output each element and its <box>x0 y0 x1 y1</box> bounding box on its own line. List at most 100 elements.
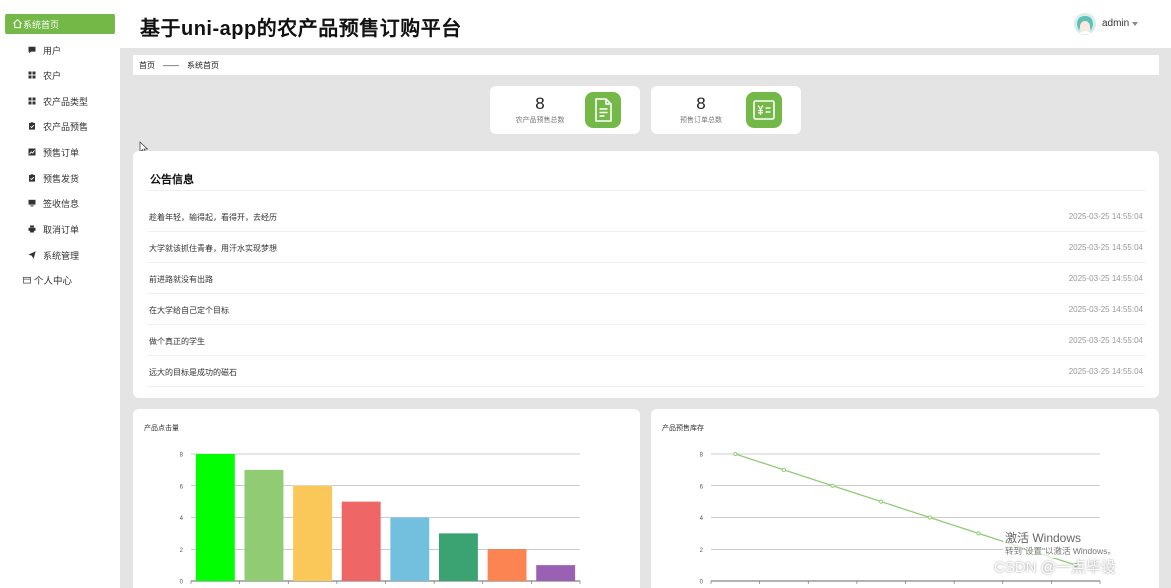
username[interactable]: admin <box>1102 18 1129 29</box>
chevron-down-icon[interactable] <box>1132 22 1138 26</box>
y-tick-label: 6 <box>180 484 184 490</box>
sidebar-item-label: 系统管理 <box>43 250 80 261</box>
notice-text: 趁着年轻，输得起，看得开，去经历 <box>149 213 277 222</box>
sidebar-item-farmers[interactable]: 农户 <box>0 65 120 85</box>
sidebar-item-label: 用户 <box>43 45 62 56</box>
y-tick-label: 0 <box>700 580 704 586</box>
notice-item[interactable]: 在大学给自己定个目标 2025-03-25 14:55:04 <box>147 294 1145 325</box>
data-point <box>927 515 932 520</box>
sidebar-item-product-presale[interactable]: 农产品预售 <box>0 116 120 136</box>
sidebar-item-presale-orders[interactable]: 预售订单 <box>0 142 120 162</box>
notice-item[interactable]: 趁着年轻，输得起，看得开，去经历 2025-03-25 14:55:04 <box>147 201 1145 232</box>
grid-icon <box>28 97 36 105</box>
bar <box>341 501 381 581</box>
y-tick-label: 2 <box>180 548 184 554</box>
y-tick-label: 4 <box>700 516 704 522</box>
data-point <box>879 499 884 504</box>
sidebar-item-label: 预售发货 <box>43 173 80 184</box>
y-tick-label: 8 <box>700 453 704 459</box>
y-tick-label: 0 <box>180 580 184 586</box>
data-point <box>976 531 981 536</box>
y-tick-label: 2 <box>700 548 704 554</box>
bar <box>438 533 478 581</box>
bar <box>293 485 333 581</box>
y-tick-label: 6 <box>700 484 704 490</box>
sidebar-item-label: 签收信息 <box>43 198 80 209</box>
clipboard-icon <box>29 122 35 130</box>
notice-time: 2025-03-25 14:55:04 <box>1068 243 1143 252</box>
sidebar-item-label: 农产品预售 <box>43 121 89 132</box>
bar <box>487 549 527 581</box>
bar <box>244 469 284 581</box>
sidebar-item-product-types[interactable]: 农产品类型 <box>0 91 120 111</box>
avatar[interactable] <box>1074 13 1096 35</box>
breadcrumb-current: 系统首页 <box>187 60 219 70</box>
send-icon <box>28 251 36 259</box>
sidebar-item-label: 取消订单 <box>43 224 80 235</box>
stat-card-order-total: 8 预售订单总数 <box>651 86 801 134</box>
sidebar-item-receipt-info[interactable]: 签收信息 <box>0 193 120 213</box>
data-point <box>781 467 787 472</box>
monitor-icon <box>28 199 36 207</box>
sidebar-item-label: 农产品类型 <box>43 96 89 107</box>
bar <box>195 454 235 581</box>
document-icon <box>585 92 621 128</box>
notice-text: 在大学给自己定个目标 <box>149 306 229 315</box>
notice-text: 远大的目标是成功的磁石 <box>149 368 237 377</box>
sidebar-item-cancel-orders[interactable]: 取消订单 <box>0 219 120 239</box>
print-icon <box>28 225 36 233</box>
bar <box>536 565 576 581</box>
sidebar-item-label: 系统首页 <box>23 19 60 30</box>
notice-item[interactable]: 大学就该抓住青春，用汗水实现梦想 2025-03-25 14:55:04 <box>147 232 1145 263</box>
breadcrumb: 首页 —— 系统首页 <box>133 55 1159 75</box>
y-tick-label: 8 <box>180 453 184 459</box>
sidebar-item-label: 个人中心 <box>34 276 73 287</box>
stat-label: 预售订单总数 <box>680 117 722 124</box>
activation-title: 激活 Windows <box>1005 531 1082 545</box>
notice-title: 公告信息 <box>150 174 194 186</box>
stat-value: 8 <box>696 94 706 113</box>
sidebar-item-home[interactable]: 系统首页 <box>5 14 115 34</box>
sidebar-item-users[interactable]: 用户 <box>0 40 120 60</box>
home-icon <box>13 18 22 29</box>
notice-item[interactable]: 做个真正的学生 2025-03-25 14:55:04 <box>147 325 1145 356</box>
csdn-watermark: CSDN @一点毕设 <box>994 559 1116 576</box>
sidebar-item-presale-shipping[interactable]: 预售发货 <box>0 168 120 188</box>
notice-board: 公告信息 趁着年轻，输得起，看得开，去经历 2025-03-25 14:55:0… <box>133 151 1159 398</box>
data-point <box>733 451 738 457</box>
stat-label: 农产品预售总数 <box>515 117 565 124</box>
stat-card-presale-total: 8 农产品预售总数 <box>490 86 640 134</box>
sidebar-item-system-admin[interactable]: 系统管理 <box>0 245 120 265</box>
grid-icon <box>28 71 36 79</box>
notice-item[interactable]: 远大的目标是成功的磁石 2025-03-25 14:55:04 <box>147 356 1145 387</box>
notice-time: 2025-03-25 14:55:04 <box>1068 367 1143 376</box>
bar <box>390 517 430 581</box>
notice-time: 2025-03-25 14:55:04 <box>1068 274 1143 283</box>
chart-icon <box>28 148 36 156</box>
chat-icon <box>28 46 36 54</box>
clipboard-icon <box>29 174 35 182</box>
sidebar: 系统首页 用户 农户 农产品类型 农产品预售 预售订单 预售发货 签收信息 取消… <box>0 0 120 588</box>
bar-chart: 0 2 4 6 8 <box>180 453 581 586</box>
chart-title: 产品点击量 <box>144 425 179 432</box>
notice-item[interactable]: 前进路就没有出路 2025-03-25 14:55:04 <box>147 263 1145 294</box>
notice-time: 2025-03-25 14:55:04 <box>1068 305 1143 314</box>
notice-time: 2025-03-25 14:55:04 <box>1068 212 1143 221</box>
avatar-image <box>1074 13 1096 35</box>
notice-text: 做个真正的学生 <box>149 337 205 346</box>
windows-activation-watermark: 激活 Windows 转到"设置"以激活 Windows。 <box>1003 528 1130 558</box>
folder-icon <box>23 276 31 284</box>
divider <box>147 190 1145 191</box>
breadcrumb-home[interactable]: 首页 <box>139 60 155 71</box>
breadcrumb-separator: —— <box>163 60 179 70</box>
sidebar-item-personal-center[interactable]: 个人中心 <box>0 270 120 290</box>
stat-value: 8 <box>535 94 545 113</box>
yen-icon <box>746 92 782 128</box>
notice-text: 大学就该抓住青春，用汗水实现梦想 <box>149 244 277 253</box>
chart-title: 产品预售库存 <box>662 425 704 432</box>
sidebar-item-label: 预售订单 <box>43 147 80 158</box>
page-title: 基于uni-app的农产品预售订购平台 <box>140 18 462 40</box>
sidebar-item-label: 农户 <box>43 70 62 81</box>
notice-text: 前进路就没有出路 <box>149 275 213 284</box>
chart-product-clicks: 0 2 4 6 8 产品点击量 <box>133 409 640 588</box>
